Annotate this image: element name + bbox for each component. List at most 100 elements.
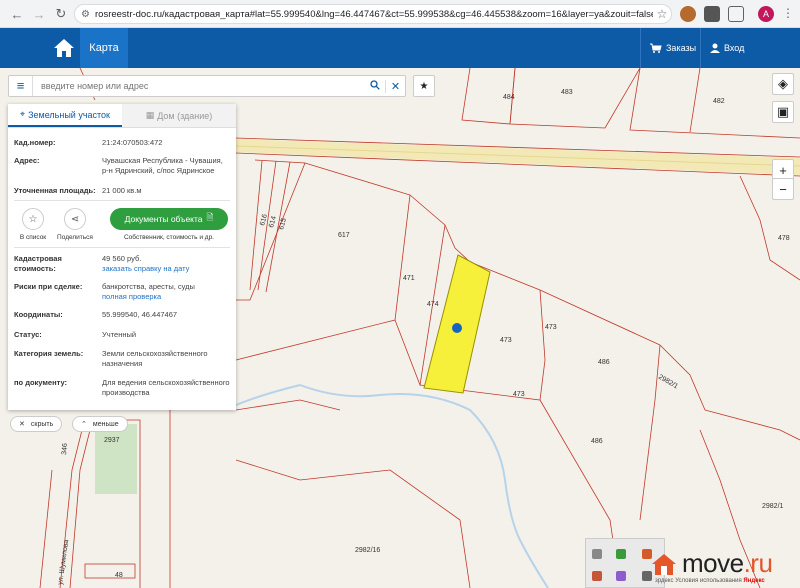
parcel-info-panel: ⌖ Земельный участок ▦ Дом (здание) Кад.н… [8,104,236,410]
bookmark-star-icon[interactable]: ☆ [653,7,671,21]
coords-label: Координаты: [14,310,63,319]
plot-label: 2937 [104,437,120,444]
divider [14,247,230,248]
address-bar[interactable]: ⚙ rosreestr-doc.ru/кадастровая_карта#lat… [74,4,672,24]
documents-button[interactable]: Документы объекта 🗎 [110,208,228,230]
profile-avatar[interactable]: A [758,6,774,22]
chevron-up-icon: ⌃ [81,421,87,428]
extension-icon[interactable] [704,6,720,22]
tab-map[interactable]: Карта [80,28,128,68]
pin-icon[interactable]: ★ [413,75,435,97]
watermark-logo: move.ru [650,548,773,579]
plot-label: 473 [545,324,557,331]
login-label: Вход [724,43,745,53]
plot-label: 346 [61,443,69,455]
plot-label: 482 [713,98,725,105]
orders-button[interactable]: Заказы [650,28,696,68]
to-list-label: В список [19,234,47,241]
kad-number-value[interactable]: 21:24:070503:472 [102,138,230,148]
share-button[interactable]: ⋖ [64,208,86,230]
plot-label: 617 [338,232,350,239]
watermark-text: move.ru [682,548,773,579]
layers-icon: ◈ [778,76,788,91]
search-bar: ≡ ✕ [8,75,406,97]
doc-value: Для ведения сельскохозяйственного произв… [102,378,230,397]
user-icon [710,43,720,53]
category-label: Категория земель: [14,349,84,358]
risks-values: банкротства, аресты, суды полная проверк… [102,282,230,302]
header-divider [700,28,701,68]
area-value: 21 000 кв.м [102,186,142,195]
share-label: Поделиться [57,234,93,241]
reload-icon[interactable]: ↻ [50,3,72,25]
extension-icon[interactable] [680,6,696,22]
docs-subtitle: Собственник, стоимость и др. [123,234,214,241]
yandex-label: Яндекс [743,578,765,584]
add-to-list-button[interactable]: ☆ [22,208,44,230]
search-input[interactable] [33,81,365,91]
house-logo-icon [652,553,676,575]
tray-icon[interactable] [616,571,626,581]
doc-label: по документу: [14,378,68,387]
search-icon[interactable] [365,79,385,93]
map-footer: зрдекс Условия использования Яндекс [655,578,765,584]
plot-label: 486 [598,359,610,366]
tab-land-plot[interactable]: ⌖ Земельный участок [8,104,122,127]
layers-button[interactable]: ◈ [772,73,794,95]
plot-label: 2982/1 [762,503,784,510]
star-icon: ☆ [28,213,38,225]
full-check-link[interactable]: полная проверка [102,292,161,301]
clear-icon[interactable]: ✕ [385,79,405,93]
volume-icon[interactable] [592,571,602,581]
plot-label: 471 [403,275,415,282]
home-icon[interactable] [50,36,78,60]
site-info-icon[interactable]: ⚙ [81,9,95,20]
tray-icon[interactable] [616,549,626,559]
risks-value: банкротства, аресты, суды [102,282,195,291]
extensions-puzzle-icon[interactable] [728,6,744,22]
plot-label: 486 [591,438,603,445]
tab-building[interactable]: ▦ Дом (здание) [122,104,236,127]
fullscreen-button[interactable]: ▣ [772,101,794,123]
login-button[interactable]: Вход [710,28,744,68]
document-icon: 🗎 [206,212,214,222]
address-value: Чувашская Республика - Чувашия, р-н Ядри… [102,156,223,175]
kad-number-label: Кад.номер: [14,138,56,147]
tab-land-label: Земельный участок [28,109,110,120]
show-less-button[interactable]: ⌃ меньше [72,416,128,432]
site-header: Карта Заказы Вход [0,28,800,68]
back-icon[interactable]: ← [6,3,28,25]
hamburger-menu-icon[interactable]: ≡ [9,76,33,96]
zoom-out-button[interactable]: − [772,178,794,200]
less-label: меньше [92,420,119,428]
fullscreen-icon: ▣ [776,104,790,119]
cad-cost-label: Кадастровая стоимость: [14,254,62,273]
hide-panel-button[interactable]: ✕ скрыть [10,416,63,432]
minus-icon: − [779,181,787,197]
category-value: Земли сельскохозяйственного назначения [102,349,208,368]
header-divider [640,28,641,68]
terms-link[interactable]: зрдекс Условия использования [655,578,742,584]
address-label: Адрес: [14,156,40,165]
map-pin-icon: ⌖ [20,109,26,119]
browser-toolbar: ← → ↻ ⚙ rosreestr-doc.ru/кадастровая_кар… [0,0,800,28]
tray-icon[interactable] [592,549,602,559]
order-certificate-link[interactable]: заказать справку на дату [102,264,189,273]
plot-label: 478 [778,235,790,242]
divider [14,200,230,201]
close-icon: ✕ [19,421,25,428]
plot-label: 473 [500,337,512,344]
browser-menu-icon[interactable]: ⋮ [782,6,794,20]
tab-house-label: Дом (здание) [157,110,213,121]
cad-cost-values: 49 560 руб. заказать справку на дату [102,254,230,274]
plot-label: 483 [561,89,573,96]
cart-icon [650,43,662,53]
risks-label: Риски при сделке: [14,282,83,291]
status-label: Статус: [14,330,42,339]
area-label: Уточненная площадь: [14,186,96,195]
url-text[interactable]: rosreestr-doc.ru/кадастровая_карта#lat=5… [95,9,653,20]
forward-icon[interactable]: → [28,3,50,25]
plot-label: 484 [503,94,515,101]
hide-label: скрыть [30,420,54,428]
plot-label: 2982/16 [355,547,380,554]
